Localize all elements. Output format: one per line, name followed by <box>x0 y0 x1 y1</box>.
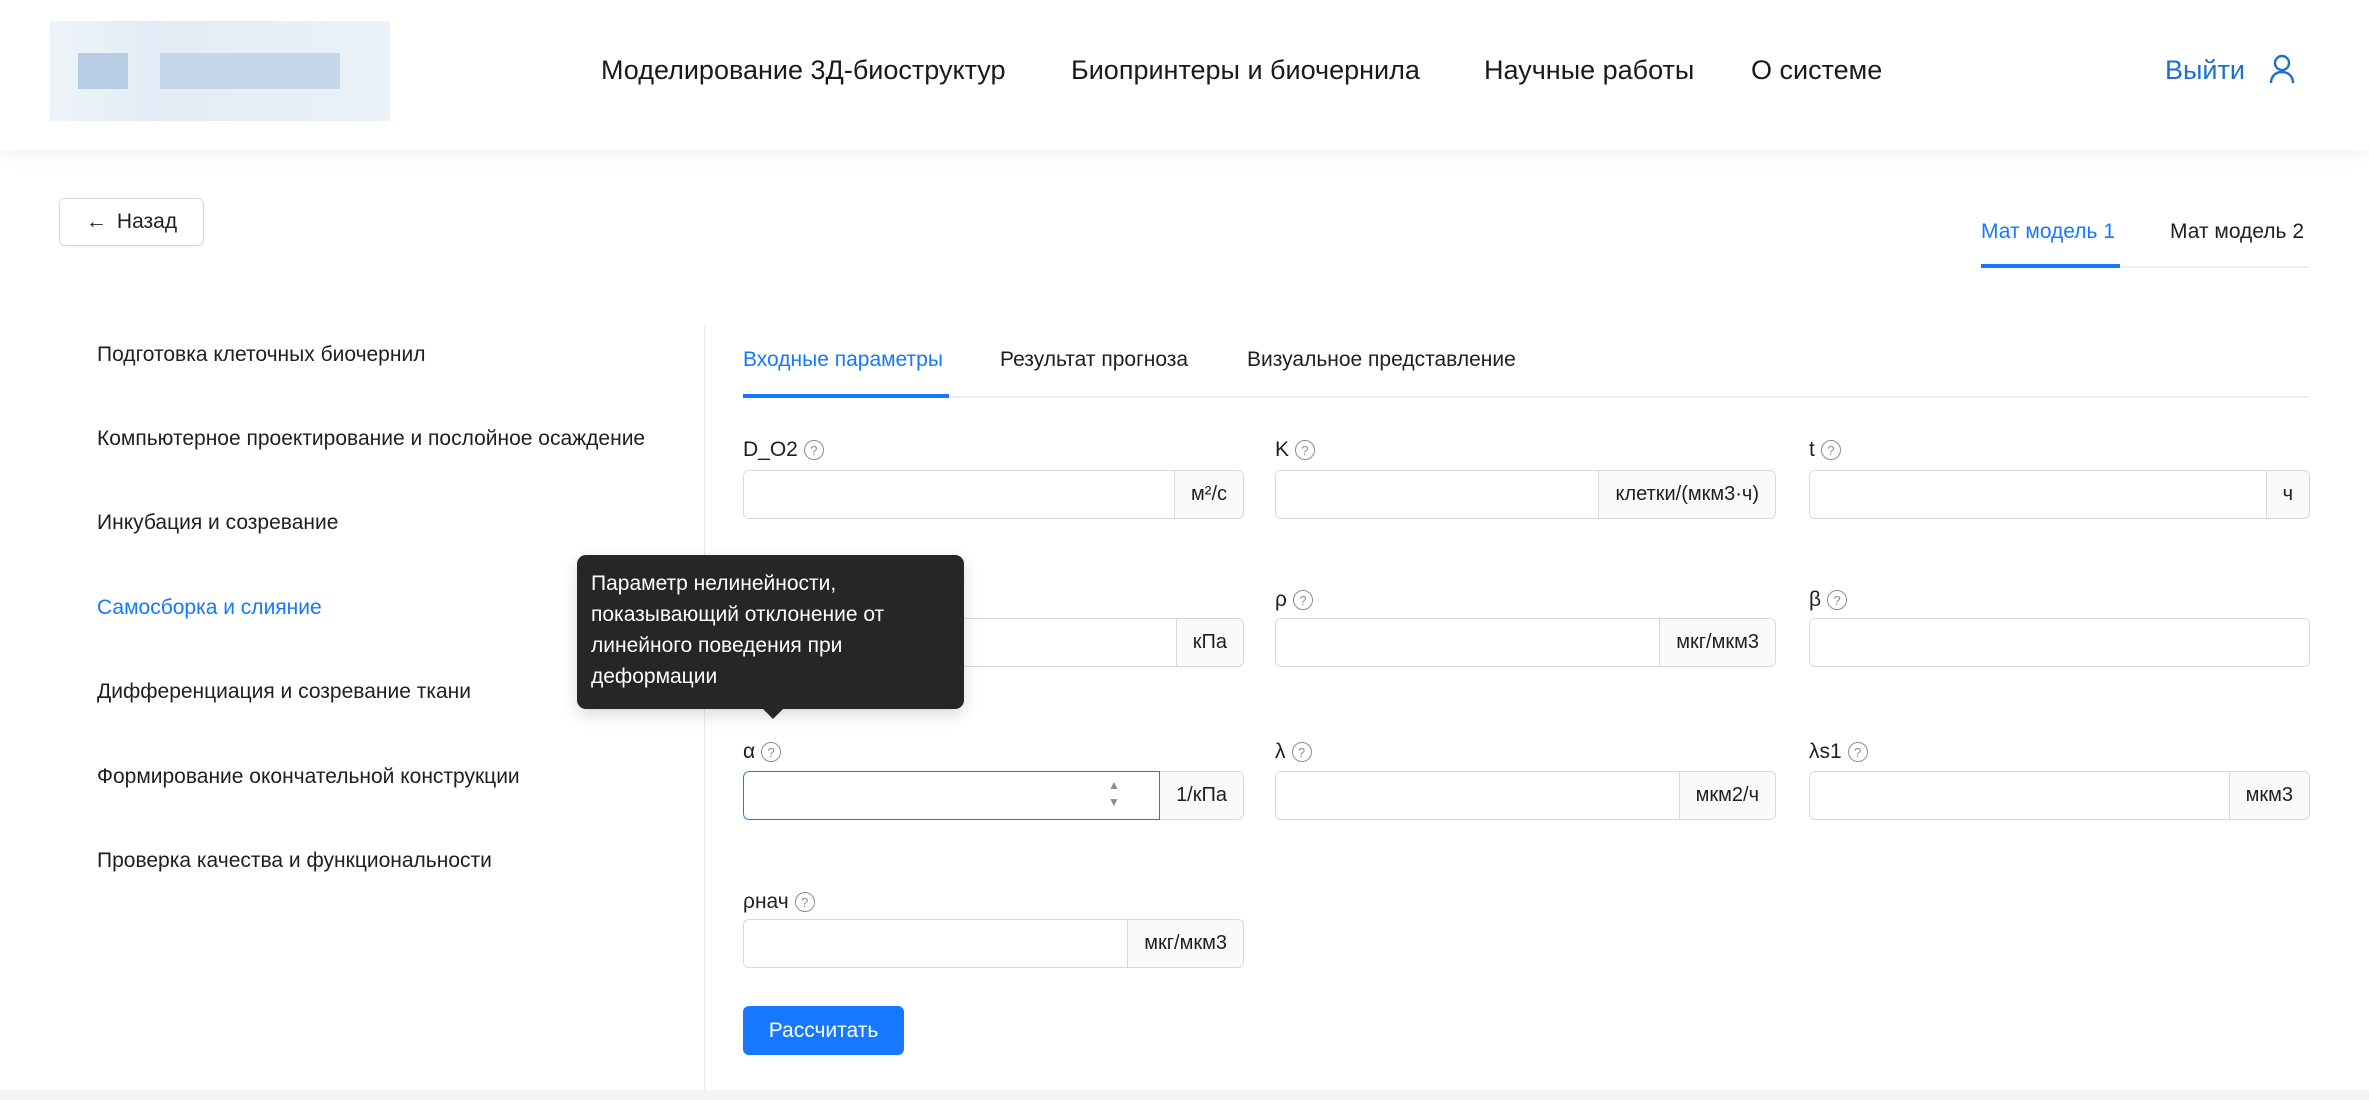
label-text: D_O2 <box>743 438 798 461</box>
unit-addon: мкм2/ч <box>1678 772 1775 819</box>
help-icon[interactable]: ? <box>1291 742 1312 762</box>
input-group <box>1809 618 2310 667</box>
label-text: λs1 <box>1809 740 1842 763</box>
help-icon[interactable]: ? <box>761 742 782 762</box>
tab-forecast[interactable]: Результат прогноза <box>1000 348 1188 372</box>
logo[interactable] <box>50 21 390 121</box>
back-button[interactable]: ← Назад <box>59 198 204 246</box>
unit-addon: ч <box>2265 471 2309 518</box>
input-group: ч <box>1809 470 2310 519</box>
lambda-s1-input[interactable] <box>1810 772 2229 819</box>
sidebar-item-design[interactable]: Компьютерное проектирование и послойное … <box>97 427 645 451</box>
field-label: β? <box>1809 588 1848 612</box>
sidebar-item-bioink[interactable]: Подготовка клеточных биочернил <box>97 343 425 367</box>
help-icon[interactable]: ? <box>803 440 824 460</box>
label-text: β <box>1809 588 1822 611</box>
k-input[interactable] <box>1276 471 1599 518</box>
unit-addon: м²/с <box>1174 471 1243 518</box>
unit-addon: мкг/мкм3 <box>1127 920 1243 967</box>
calculate-button[interactable]: Рассчитать <box>743 1006 904 1055</box>
inner-tabs-divider <box>743 396 2309 398</box>
field-label: t? <box>1809 438 1841 462</box>
input-group: мкг/мкм3 <box>1275 618 1776 667</box>
sidebar-item-selfassembly[interactable]: Самосборка и слияние <box>97 596 322 620</box>
label-text: t <box>1809 438 1815 461</box>
input-group: мкм3 <box>1809 771 2310 820</box>
beta-input[interactable] <box>1810 619 2309 666</box>
nav-papers[interactable]: Научные работы <box>1484 55 1694 86</box>
help-icon[interactable]: ? <box>1820 440 1841 460</box>
top-header: Моделирование 3Д-биоструктур Биопринтеры… <box>0 0 2369 150</box>
alpha-input[interactable] <box>743 771 1161 820</box>
tab-model-1[interactable]: Мат модель 1 <box>1981 220 2115 244</box>
nav-modeling[interactable]: Моделирование 3Д-биоструктур <box>601 55 1005 86</box>
unit-addon: клетки/(мкм3·ч) <box>1598 471 1775 518</box>
unit-addon: кПа <box>1175 619 1243 666</box>
tab-visual[interactable]: Визуальное представление <box>1247 348 1516 372</box>
help-icon[interactable]: ? <box>1295 440 1316 460</box>
help-icon[interactable]: ? <box>1827 590 1848 610</box>
help-icon[interactable]: ? <box>1847 742 1868 762</box>
user-icon[interactable] <box>2268 54 2296 84</box>
model-tab-indicator <box>1981 264 2120 268</box>
field-label: D_O2? <box>743 438 824 462</box>
label-text: λ <box>1275 740 1286 763</box>
sidebar-item-incubation[interactable]: Инкубация и созревание <box>97 511 338 535</box>
input-group: м²/с <box>743 470 1244 519</box>
label-text: α <box>743 740 756 763</box>
field-label: ρ? <box>1275 588 1313 612</box>
label-text: K <box>1275 438 1290 461</box>
field-label: ρнач? <box>743 890 815 914</box>
help-icon[interactable]: ? <box>1292 590 1313 610</box>
sidebar-item-quality[interactable]: Проверка качества и функциональности <box>97 849 492 873</box>
footer-strip <box>0 1090 2369 1100</box>
unit-addon: мкм3 <box>2228 772 2309 819</box>
number-stepper-icon[interactable]: ▲ ▼ <box>1108 777 1120 811</box>
back-label: Назад <box>116 210 178 233</box>
lambda-input[interactable] <box>1276 772 1679 819</box>
unit-addon: 1/кПа <box>1160 771 1244 820</box>
field-label: α? <box>743 740 782 764</box>
logout-link[interactable]: Выйти <box>2165 55 2245 86</box>
label-text: ρ <box>1275 588 1287 611</box>
unit-addon: мкг/мкм3 <box>1659 619 1775 666</box>
input-group: мкг/мкм3 <box>743 919 1244 968</box>
input-group: клетки/(мкм3·ч) <box>1275 470 1776 519</box>
tab-input-params[interactable]: Входные параметры <box>743 348 943 372</box>
d-o2-input[interactable] <box>744 471 1175 518</box>
field-label: K? <box>1275 438 1316 462</box>
nav-bioprinters[interactable]: Биопринтеры и биочернила <box>1071 55 1420 86</box>
input-group: мкм2/ч <box>1275 771 1776 820</box>
input-group: ▲ ▼ 1/кПа <box>743 771 1244 820</box>
inner-tab-indicator <box>743 394 949 398</box>
t-input[interactable] <box>1810 471 2266 518</box>
rho-init-input[interactable] <box>744 920 1128 967</box>
sidebar-divider <box>704 325 705 1100</box>
arrow-left-icon: ← <box>85 210 107 233</box>
sidebar-item-final[interactable]: Формирование окончательной конструкции <box>97 765 520 789</box>
help-icon[interactable]: ? <box>794 892 815 912</box>
field-label: λ? <box>1275 740 1312 764</box>
nav-about[interactable]: О системе <box>1751 55 1882 86</box>
tab-model-2[interactable]: Мат модель 2 <box>2170 220 2304 244</box>
sidebar-item-differentiation[interactable]: Дифференциация и созревание ткани <box>97 680 471 704</box>
rho-input[interactable] <box>1276 619 1660 666</box>
label-text: ρнач <box>743 890 789 913</box>
tooltip: Параметр нелинейности, показывающий откл… <box>577 555 964 719</box>
field-label: λs1? <box>1809 740 1868 764</box>
